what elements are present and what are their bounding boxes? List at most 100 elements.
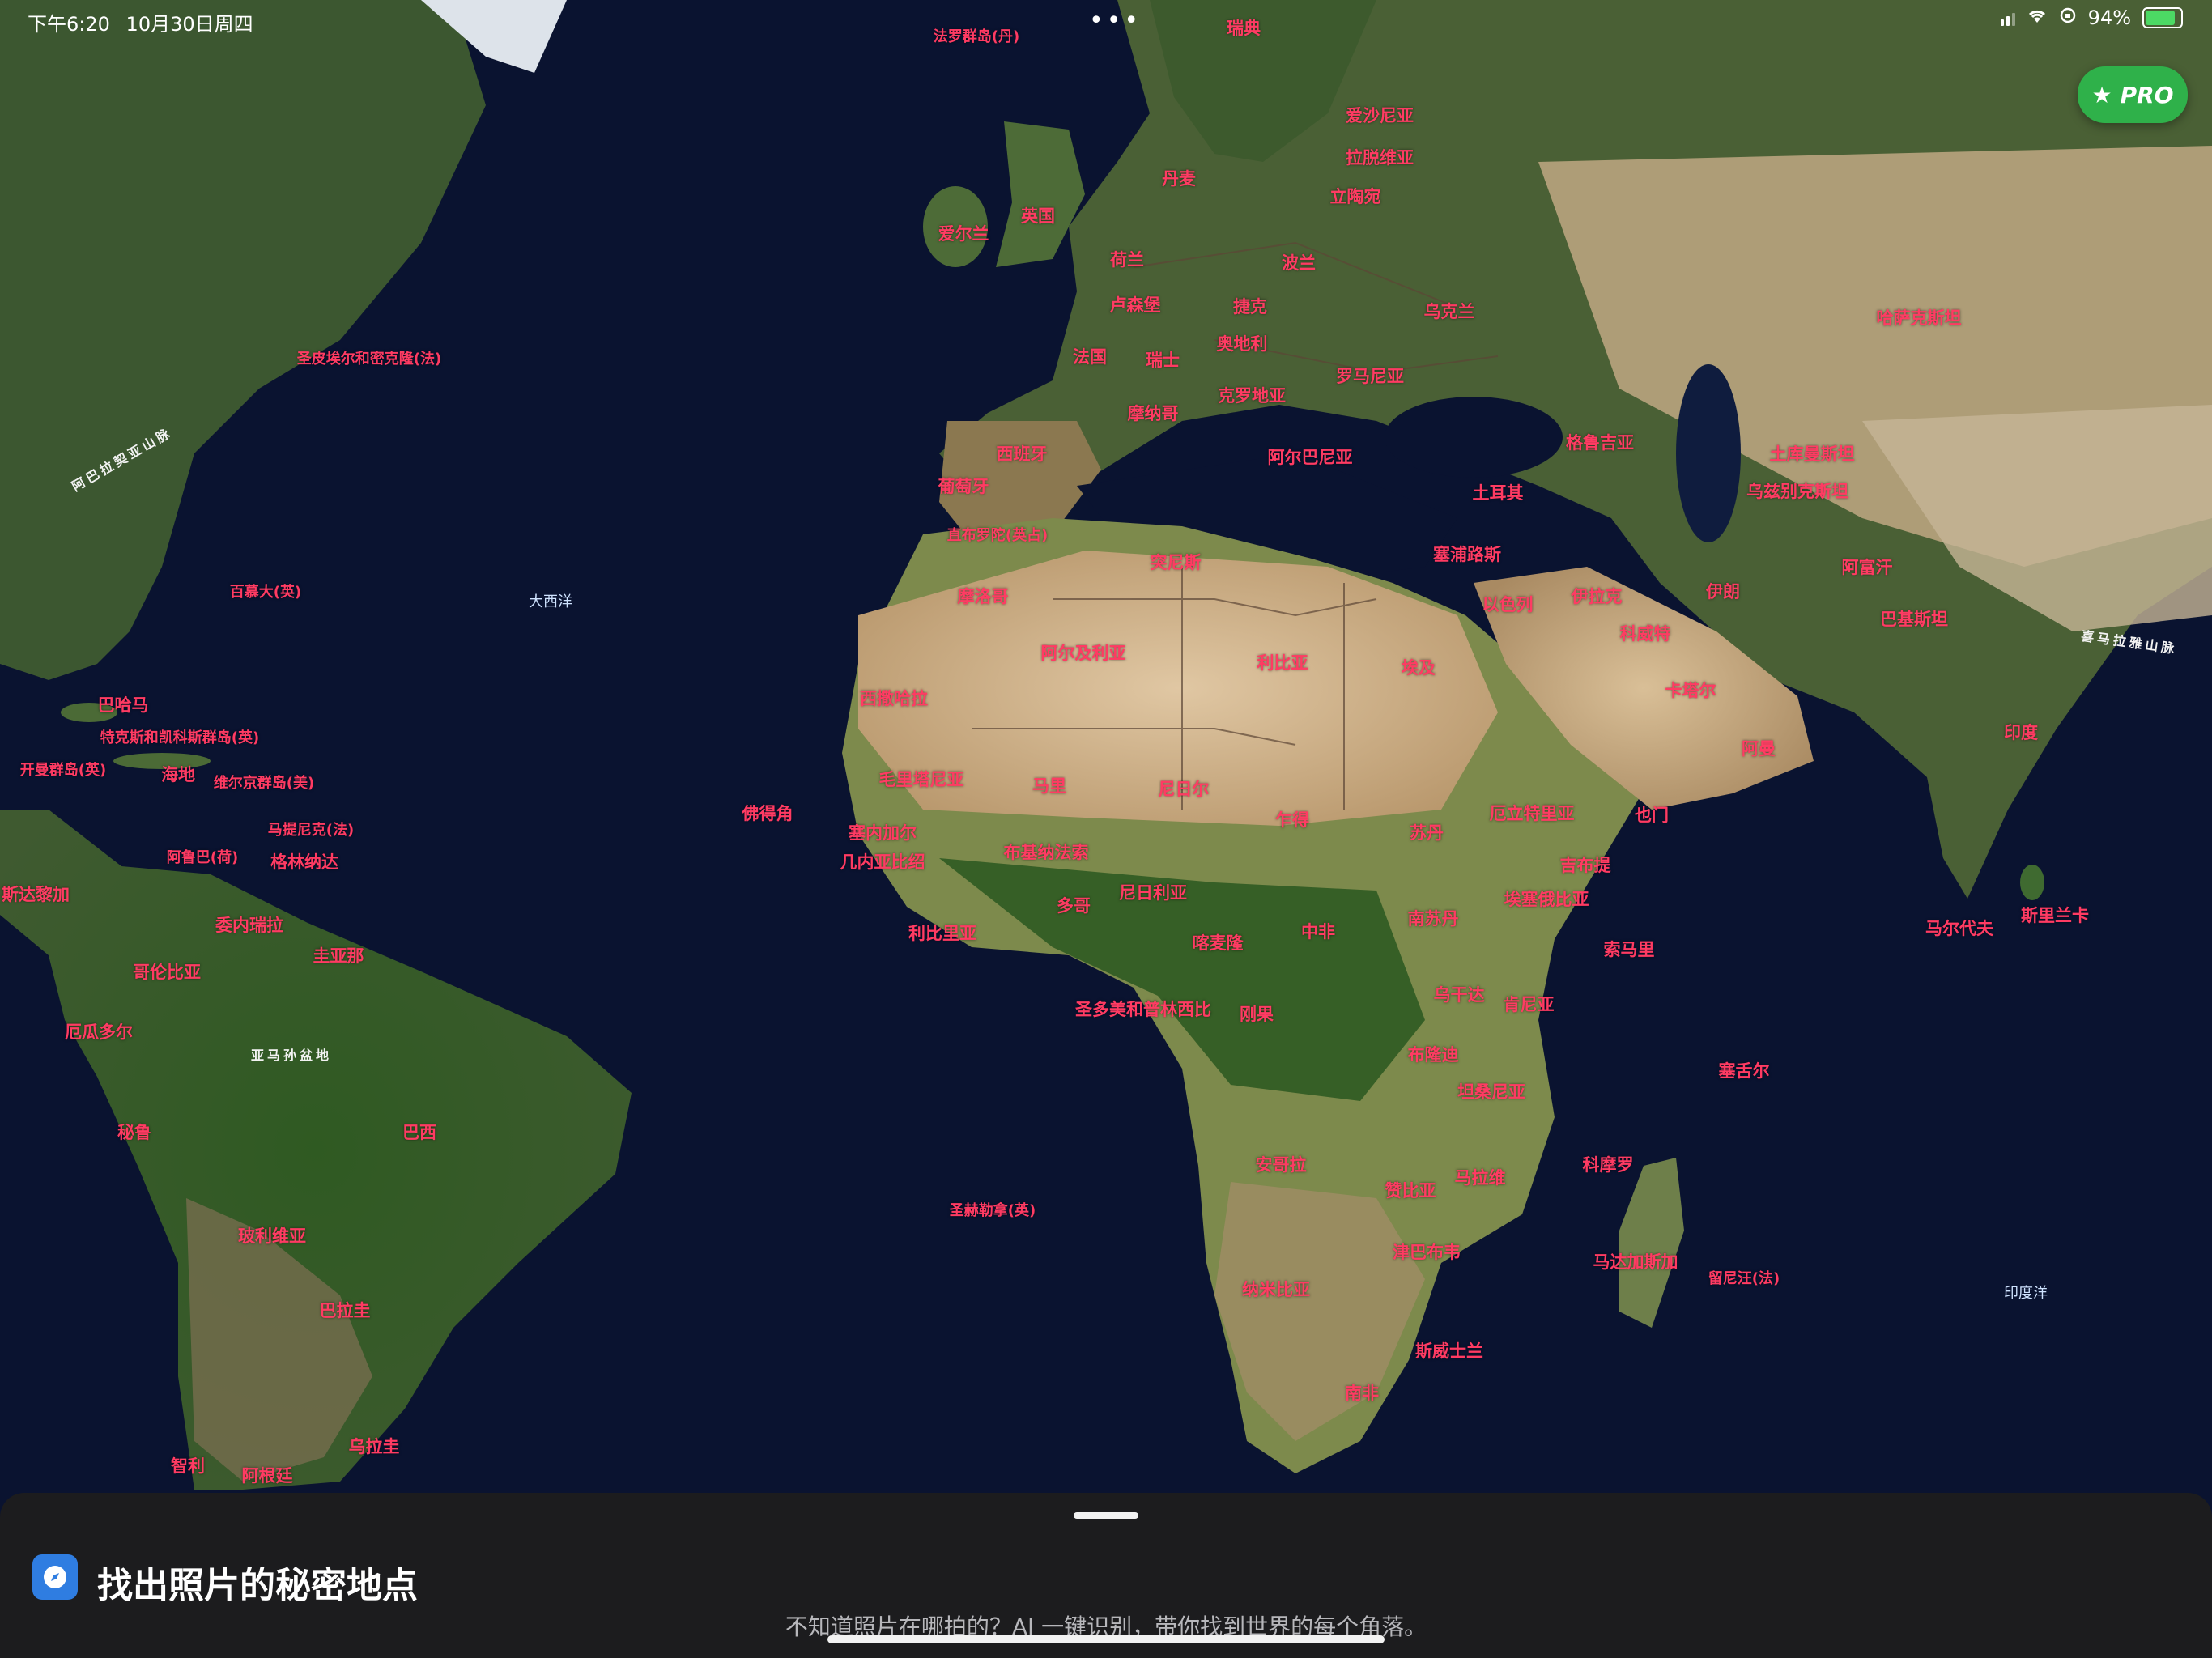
map-label-country[interactable]: 丹麦 bbox=[1162, 166, 1196, 190]
map-label-country[interactable]: 也门 bbox=[1635, 802, 1669, 827]
map-label-country[interactable]: 塞内加尔 bbox=[849, 820, 917, 844]
map-label-country[interactable]: 智利 bbox=[171, 1453, 205, 1477]
map-label-country[interactable]: 阿根廷 bbox=[242, 1463, 293, 1487]
map-label-country[interactable]: 苏丹 bbox=[1410, 820, 1444, 844]
map-label-country[interactable]: 乍得 bbox=[1275, 807, 1309, 831]
map-label-country[interactable]: 阿富汗 bbox=[1842, 555, 1893, 579]
map-label-country[interactable]: 布基纳法索 bbox=[1004, 840, 1089, 864]
map-label-country[interactable]: 布隆迪 bbox=[1408, 1042, 1459, 1066]
map-label-country[interactable]: 格鲁吉亚 bbox=[1566, 430, 1634, 454]
map-label-country[interactable]: 卢森堡 bbox=[1110, 292, 1161, 317]
map-label-country[interactable]: 玻利维亚 bbox=[238, 1223, 306, 1248]
map-label-country[interactable]: 喀麦隆 bbox=[1193, 930, 1244, 954]
map-label-country[interactable]: 索马里 bbox=[1604, 937, 1655, 961]
map-label-country[interactable]: 纳米比亚 bbox=[1242, 1277, 1310, 1301]
map-label-country[interactable]: 西班牙 bbox=[997, 441, 1048, 466]
map-label-country[interactable]: 波兰 bbox=[1282, 250, 1316, 274]
map-label-country[interactable]: 阿尔及利亚 bbox=[1041, 640, 1126, 665]
map-label-country[interactable]: 马尔代夫 bbox=[1925, 916, 1993, 940]
map-label-country[interactable]: 留尼汪(法) bbox=[1708, 1267, 1780, 1288]
map-label-country[interactable]: 中非 bbox=[1301, 919, 1335, 943]
map-label-country[interactable]: 法国 bbox=[1073, 344, 1107, 368]
map-label-country[interactable]: 海地 bbox=[161, 762, 195, 786]
map-label-country[interactable]: 特克斯和凯科斯群岛(英) bbox=[100, 726, 259, 747]
map-label-country[interactable]: 阿曼 bbox=[1742, 736, 1776, 760]
map-label-country[interactable]: 伊朗 bbox=[1706, 579, 1740, 603]
map-label-country[interactable]: 厄瓜多尔 bbox=[65, 1019, 133, 1044]
map-label-country[interactable]: 英国 bbox=[1021, 203, 1055, 227]
map-label-country[interactable]: 乌拉圭 bbox=[349, 1434, 400, 1458]
map-label-country[interactable]: 毛里塔尼亚 bbox=[879, 767, 964, 791]
map-label-country[interactable]: 爱沙尼亚 bbox=[1346, 103, 1414, 127]
satellite-map[interactable]: 法罗群岛(丹) 瑞典 爱沙尼亚 拉脱维亚 立陶宛 丹麦 英国 爱尔兰 荷兰 波兰 卢森堡 捷克 乌克兰奥… bbox=[0, 0, 2212, 1658]
map-label-country[interactable]: 圣赫勒拿(英) bbox=[950, 1199, 1036, 1220]
map-label-country[interactable]: 捷克 bbox=[1233, 294, 1267, 318]
sheet-grabber[interactable] bbox=[1074, 1512, 1138, 1519]
map-label-country[interactable]: 坦桑尼亚 bbox=[1457, 1079, 1525, 1103]
map-label-country[interactable]: 南苏丹 bbox=[1408, 906, 1459, 930]
map-label-country[interactable]: 安哥拉 bbox=[1256, 1152, 1307, 1176]
map-label-country[interactable]: 立陶宛 bbox=[1330, 184, 1381, 208]
map-label-country[interactable]: 巴基斯坦 bbox=[1880, 606, 1948, 631]
map-label-country[interactable]: 阿鲁巴(荷) bbox=[167, 846, 238, 867]
map-label-country[interactable]: 土库曼斯坦 bbox=[1770, 441, 1855, 466]
map-label-country[interactable]: 葡萄牙 bbox=[938, 474, 989, 498]
map-label-country[interactable]: 塞浦路斯 bbox=[1433, 542, 1501, 566]
map-label-country[interactable]: 圣多美和普林西比 bbox=[1075, 997, 1211, 1021]
map-label-country[interactable]: 利比里亚 bbox=[908, 920, 976, 945]
map-label-country[interactable]: 格林纳达 bbox=[270, 849, 338, 874]
map-label-country[interactable]: 摩纳哥 bbox=[1128, 401, 1179, 425]
map-label-country[interactable]: 印度 bbox=[2004, 720, 2038, 744]
map-label-country[interactable]: 罗马尼亚 bbox=[1336, 363, 1404, 388]
map-label-country[interactable]: 科摩罗 bbox=[1583, 1152, 1634, 1176]
map-label-country[interactable]: 几内亚比绍 bbox=[840, 849, 925, 874]
map-label-country[interactable]: 拉脱维亚 bbox=[1346, 145, 1414, 169]
map-label-country[interactable]: 伊拉克 bbox=[1572, 584, 1623, 608]
map-label-country[interactable]: 马达加斯加 bbox=[1593, 1249, 1678, 1273]
home-indicator[interactable] bbox=[827, 1635, 1385, 1643]
map-label-country[interactable]: 维尔京群岛(美) bbox=[214, 772, 314, 793]
map-label-country[interactable]: 奥地利 bbox=[1217, 331, 1268, 355]
map-label-country[interactable]: 埃塞俄比亚 bbox=[1504, 886, 1589, 911]
map-label-country[interactable]: 斯里兰卡 bbox=[2021, 903, 2089, 927]
map-label-country[interactable]: 百慕大(英) bbox=[230, 580, 301, 602]
map-label-country[interactable]: 科威特 bbox=[1620, 621, 1671, 645]
map-label-country[interactable]: 南非 bbox=[1345, 1380, 1379, 1405]
map-label-country[interactable]: 斯达黎加 bbox=[2, 882, 70, 906]
map-label-country[interactable]: 马提尼克(法) bbox=[268, 818, 354, 840]
map-label-country[interactable]: 开曼群岛(英) bbox=[20, 759, 106, 780]
map-label-country[interactable]: 厄立特里亚 bbox=[1490, 801, 1575, 825]
map-label-country[interactable]: 乌兹别克斯坦 bbox=[1746, 478, 1848, 503]
map-label-country[interactable]: 巴西 bbox=[402, 1120, 436, 1144]
map-label-country[interactable]: 爱尔兰 bbox=[938, 221, 989, 245]
map-label-country[interactable]: 突尼斯 bbox=[1151, 550, 1202, 574]
map-label-country[interactable]: 委内瑞拉 bbox=[215, 912, 283, 937]
map-label-country[interactable]: 乌克兰 bbox=[1424, 299, 1475, 323]
map-label-country[interactable]: 尼日尔 bbox=[1159, 776, 1210, 801]
map-label-country[interactable]: 尼日利亚 bbox=[1119, 880, 1187, 904]
map-label-country[interactable]: 瑞士 bbox=[1146, 347, 1180, 372]
map-label-country[interactable]: 克罗地亚 bbox=[1218, 383, 1286, 407]
map-label-country[interactable]: 荷兰 bbox=[1110, 247, 1144, 271]
map-label-country[interactable]: 赞比亚 bbox=[1385, 1178, 1436, 1202]
map-label-country[interactable]: 塞舌尔 bbox=[1719, 1058, 1770, 1082]
map-label-country[interactable]: 马拉维 bbox=[1455, 1165, 1506, 1189]
bottom-sheet[interactable]: 找出照片的秘密地点 不知道照片在哪拍的？AI 一键识别，带你找到世界的每个角落。 bbox=[0, 1493, 2212, 1658]
map-label-country[interactable]: 巴拉圭 bbox=[320, 1298, 371, 1322]
map-label-country[interactable]: 摩洛哥 bbox=[958, 584, 1009, 608]
pro-button[interactable]: ★ PRO bbox=[2078, 66, 2188, 123]
map-label-country[interactable]: 西撒哈拉 bbox=[860, 686, 928, 710]
map-label-country[interactable]: 阿尔巴尼亚 bbox=[1268, 444, 1353, 469]
map-label-country[interactable]: 以色列 bbox=[1482, 592, 1534, 616]
map-label-country[interactable]: 圭亚那 bbox=[313, 943, 364, 967]
map-label-country[interactable]: 肯尼亚 bbox=[1504, 992, 1555, 1016]
map-label-country[interactable]: 佛得角 bbox=[742, 801, 793, 825]
map-label-country[interactable]: 多哥 bbox=[1057, 893, 1091, 917]
map-label-country[interactable]: 土耳其 bbox=[1473, 480, 1524, 504]
map-label-country[interactable]: 圣皮埃尔和密克隆(法) bbox=[297, 347, 441, 368]
map-label-country[interactable]: 卡塔尔 bbox=[1665, 678, 1716, 702]
map-label-country[interactable]: 哈萨克斯坦 bbox=[1877, 305, 1962, 329]
map-label-country[interactable]: 马里 bbox=[1032, 773, 1066, 797]
multitask-dots[interactable]: ••• bbox=[1089, 6, 1142, 35]
map-label-country[interactable]: 直布罗陀(英占) bbox=[947, 524, 1048, 545]
